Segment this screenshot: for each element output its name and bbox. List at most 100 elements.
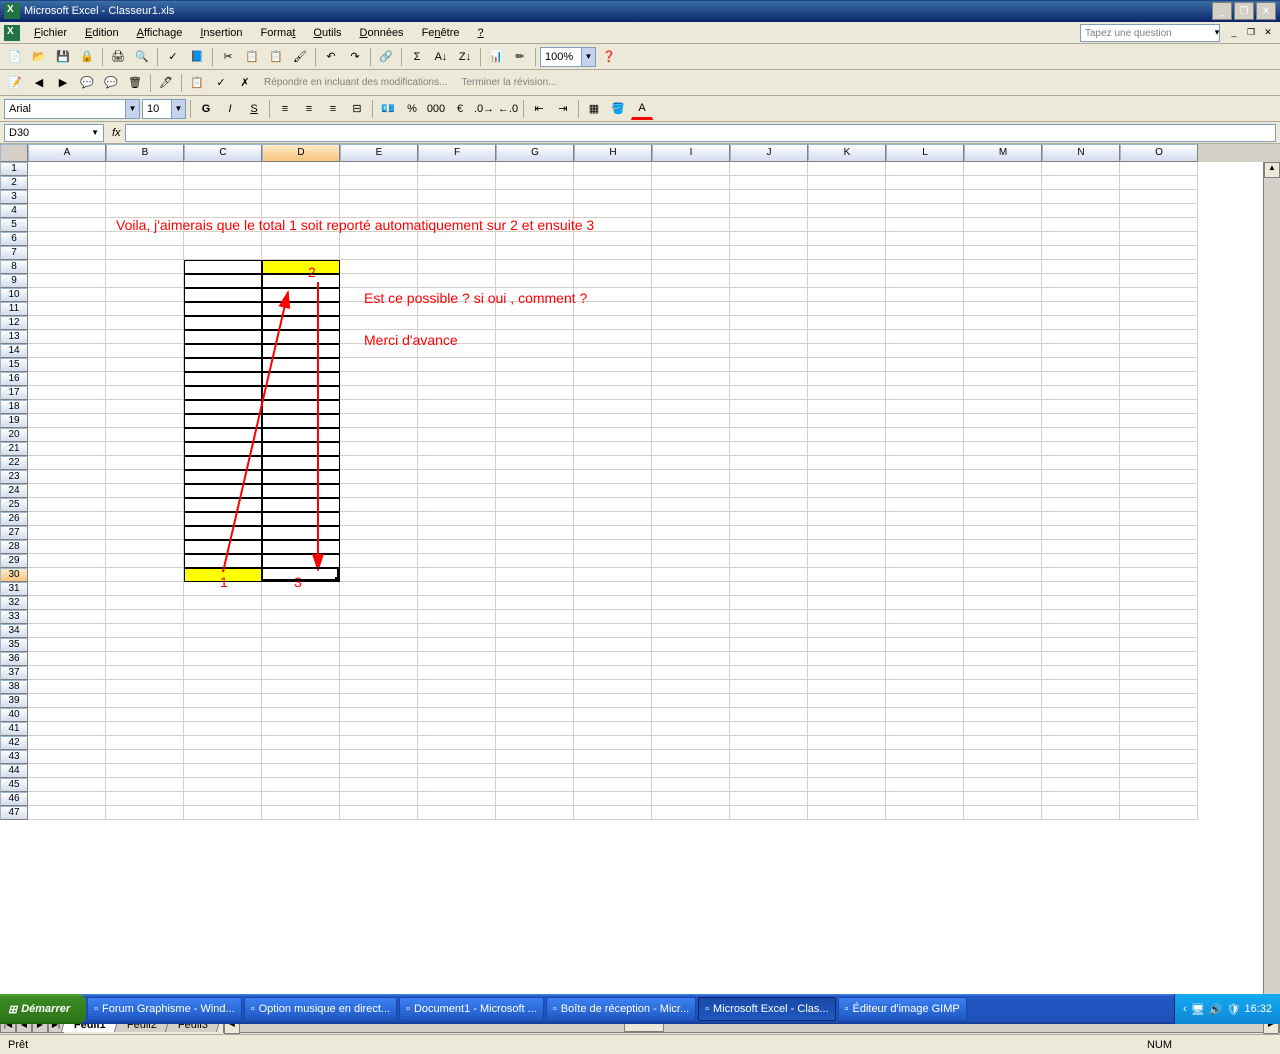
cell[interactable] xyxy=(184,484,262,498)
cell[interactable] xyxy=(106,568,184,582)
taskbar-item[interactable]: ▫Microsoft Excel - Clas... xyxy=(698,997,835,1021)
cell[interactable] xyxy=(1120,316,1198,330)
cell[interactable] xyxy=(496,358,574,372)
cell[interactable] xyxy=(418,190,496,204)
cell[interactable] xyxy=(730,778,808,792)
cell[interactable] xyxy=(1120,302,1198,316)
cell[interactable] xyxy=(184,428,262,442)
cell[interactable] xyxy=(1042,204,1120,218)
cell[interactable] xyxy=(886,610,964,624)
cell[interactable] xyxy=(808,190,886,204)
cell[interactable] xyxy=(1120,638,1198,652)
cell[interactable] xyxy=(418,778,496,792)
cell[interactable] xyxy=(730,680,808,694)
cell[interactable] xyxy=(730,666,808,680)
cell[interactable] xyxy=(340,554,418,568)
cell[interactable] xyxy=(808,526,886,540)
cell[interactable] xyxy=(496,176,574,190)
cell[interactable] xyxy=(1120,554,1198,568)
cell[interactable] xyxy=(496,582,574,596)
cell[interactable] xyxy=(652,414,730,428)
cell[interactable] xyxy=(808,274,886,288)
increase-decimal-button[interactable]: .0→ xyxy=(473,98,495,120)
system-tray[interactable]: ‹ 🖥 🔊 🛡 16:32 xyxy=(1174,994,1280,1024)
cell[interactable] xyxy=(964,512,1042,526)
cell[interactable] xyxy=(574,778,652,792)
cell[interactable] xyxy=(28,610,106,624)
row-header-9[interactable]: 9 xyxy=(0,274,28,288)
decrease-decimal-button[interactable]: ←.0 xyxy=(497,98,519,120)
cell[interactable] xyxy=(652,806,730,820)
cell[interactable] xyxy=(1120,540,1198,554)
euro-button[interactable]: € xyxy=(449,98,471,120)
cell[interactable] xyxy=(184,624,262,638)
cell[interactable] xyxy=(496,470,574,484)
cell[interactable] xyxy=(574,792,652,806)
cell[interactable] xyxy=(106,652,184,666)
cell[interactable] xyxy=(886,498,964,512)
row-header-43[interactable]: 43 xyxy=(0,750,28,764)
cell[interactable] xyxy=(340,540,418,554)
cell[interactable] xyxy=(496,246,574,260)
cell[interactable] xyxy=(652,568,730,582)
cell[interactable] xyxy=(808,330,886,344)
cell[interactable] xyxy=(28,778,106,792)
cell[interactable] xyxy=(964,610,1042,624)
cell[interactable] xyxy=(184,764,262,778)
cell[interactable] xyxy=(496,666,574,680)
cell[interactable] xyxy=(1120,470,1198,484)
cell[interactable] xyxy=(964,414,1042,428)
cell[interactable] xyxy=(964,652,1042,666)
cell[interactable] xyxy=(652,288,730,302)
menu-edition[interactable]: Edition xyxy=(77,25,127,41)
decrease-indent-button[interactable]: ⇤ xyxy=(528,98,550,120)
cell[interactable] xyxy=(340,176,418,190)
cell[interactable] xyxy=(28,764,106,778)
cell[interactable] xyxy=(1042,218,1120,232)
cell[interactable] xyxy=(28,484,106,498)
row-header-24[interactable]: 24 xyxy=(0,484,28,498)
cell[interactable] xyxy=(1042,764,1120,778)
cell[interactable] xyxy=(808,204,886,218)
cell[interactable] xyxy=(1042,610,1120,624)
cell[interactable] xyxy=(340,484,418,498)
close-button[interactable]: ✕ xyxy=(1256,2,1276,20)
cell[interactable] xyxy=(730,484,808,498)
cell[interactable] xyxy=(574,386,652,400)
cell[interactable] xyxy=(496,806,574,820)
cell[interactable] xyxy=(262,512,340,526)
cell[interactable] xyxy=(340,708,418,722)
cell[interactable] xyxy=(574,596,652,610)
cell[interactable] xyxy=(418,372,496,386)
cell[interactable] xyxy=(340,428,418,442)
cell[interactable] xyxy=(28,456,106,470)
cell[interactable] xyxy=(730,624,808,638)
cell[interactable] xyxy=(1120,358,1198,372)
cell[interactable] xyxy=(106,414,184,428)
cell[interactable] xyxy=(730,498,808,512)
cell[interactable] xyxy=(184,526,262,540)
row-header-34[interactable]: 34 xyxy=(0,624,28,638)
cell[interactable] xyxy=(886,568,964,582)
cell[interactable] xyxy=(418,596,496,610)
cell[interactable] xyxy=(652,386,730,400)
format-painter-button[interactable]: 🖌 xyxy=(289,46,311,68)
cell[interactable] xyxy=(808,288,886,302)
cell[interactable] xyxy=(184,736,262,750)
cell[interactable] xyxy=(808,610,886,624)
row-header-41[interactable]: 41 xyxy=(0,722,28,736)
cell[interactable] xyxy=(418,666,496,680)
cell[interactable] xyxy=(964,680,1042,694)
col-header-L[interactable]: L xyxy=(886,144,964,162)
cell[interactable] xyxy=(808,386,886,400)
cell[interactable] xyxy=(1042,414,1120,428)
taskbar-item[interactable]: ▫Document1 - Microsoft ... xyxy=(399,997,544,1021)
cell[interactable] xyxy=(886,582,964,596)
cell[interactable] xyxy=(730,652,808,666)
cell[interactable] xyxy=(730,288,808,302)
cell[interactable] xyxy=(106,358,184,372)
cell[interactable] xyxy=(964,232,1042,246)
cell[interactable] xyxy=(496,638,574,652)
cell[interactable] xyxy=(964,722,1042,736)
cell[interactable] xyxy=(886,428,964,442)
